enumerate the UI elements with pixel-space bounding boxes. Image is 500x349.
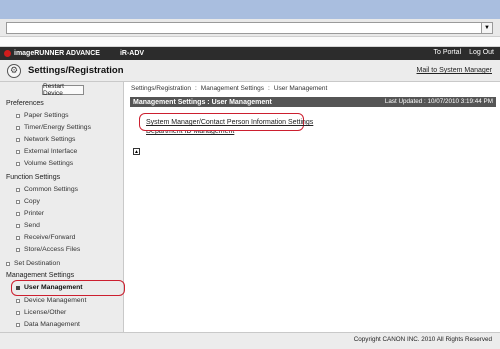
sidebar-item-network-settings[interactable]: Network Settings [16, 136, 75, 143]
breadcrumb-item[interactable]: Settings/Registration [131, 85, 191, 92]
bullet-icon [16, 310, 20, 315]
sidebar-section-preferences: Preferences [6, 100, 44, 107]
device-model: iR-ADV [119, 50, 145, 57]
section-title: Management Settings : User Management [133, 98, 272, 106]
sidebar-section-function-settings: Function Settings [6, 174, 61, 181]
bullet-icon [16, 137, 20, 142]
log-out-link[interactable]: Log Out [469, 49, 494, 56]
bullet-icon [16, 125, 20, 130]
go-to-top-icon[interactable]: ▲ [133, 148, 140, 155]
footer: Copyright CANON INC. 2010 All Rights Res… [0, 332, 500, 349]
bullet-icon [16, 187, 20, 192]
brand-name: imageRUNNER ADVANCE [14, 50, 100, 57]
breadcrumb-separator: : [194, 85, 197, 92]
bullet-icon [16, 235, 20, 240]
bullet-icon [16, 298, 20, 303]
sidebar-item-label: Printer [24, 210, 45, 217]
sidebar-item-label: Paper Settings [24, 112, 69, 119]
sidebar-item-copy[interactable]: Copy [16, 198, 40, 205]
breadcrumb-item[interactable]: Management Settings [201, 85, 264, 92]
toolbar-separator [0, 37, 500, 47]
canon-logo-icon [4, 50, 11, 57]
sidebar-item-set-destination[interactable]: Set Destination [6, 260, 60, 267]
section-header-bar: Management Settings : User Management La… [130, 97, 496, 107]
sidebar-item-external-interface[interactable]: External Interface [16, 148, 77, 155]
browser-title-strip [0, 0, 500, 19]
bullet-icon [16, 149, 20, 154]
sidebar-item-label: Volume Settings [24, 160, 74, 167]
breadcrumb-separator: : [268, 85, 270, 92]
address-input[interactable]: ▼ [6, 22, 493, 34]
bullet-icon [16, 161, 20, 166]
sidebar-item-store-access-files[interactable]: Store/Access Files [16, 246, 80, 253]
breadcrumb-current: User Management [273, 85, 328, 92]
sidebar-item-label: Common Settings [24, 186, 79, 193]
sidebar-item-user-management[interactable]: User Management [16, 284, 83, 291]
sidebar-item-label: Set Destination [14, 260, 61, 267]
app-header: imageRUNNER ADVANCE iR-ADV To Portal Log… [0, 47, 500, 60]
sidebar-item-receive-forward[interactable]: Receive/Forward [16, 234, 75, 241]
sidebar-item-license-other[interactable]: License/Other [16, 309, 66, 316]
dropdown-arrow-icon[interactable]: ▼ [481, 23, 492, 33]
bullet-icon [6, 261, 10, 266]
to-portal-link[interactable]: To Portal [434, 49, 462, 56]
sidebar-item-label: User Management [24, 284, 83, 291]
sidebar: Restart Device Preferences Paper Setting… [0, 82, 125, 332]
address-bar: ▼ [0, 19, 500, 37]
sidebar-item-label: Network Settings [24, 136, 76, 143]
main-content: Settings/Registration: Management Setting… [125, 82, 500, 332]
sidebar-item-send[interactable]: Send [16, 222, 40, 229]
sidebar-item-common-settings[interactable]: Common Settings [16, 186, 78, 193]
sidebar-item-label: License/Other [24, 309, 67, 316]
settings-gear-icon: ⚙ [7, 63, 21, 78]
sidebar-item-printer[interactable]: Printer [16, 210, 44, 217]
bullet-icon [16, 322, 20, 327]
copyright-text: Copyright CANON INC. 2010 All Rights Res… [353, 336, 492, 343]
sidebar-item-paper-settings[interactable]: Paper Settings [16, 112, 69, 119]
mail-to-system-manager-link[interactable]: Mail to System Manager [417, 67, 492, 74]
sidebar-item-label: Data Management [24, 321, 80, 328]
restart-device-button[interactable]: Restart Device [42, 83, 84, 97]
sidebar-item-label: Copy [24, 198, 40, 205]
system-manager-info-link[interactable]: System Manager/Contact Person Informatio… [146, 119, 313, 126]
sidebar-item-label: External Interface [24, 148, 78, 155]
sidebar-item-label: Device Management [24, 297, 87, 304]
sidebar-item-device-management[interactable]: Device Management [16, 297, 86, 304]
sidebar-item-label: Receive/Forward [24, 234, 76, 241]
sidebar-section-management-settings: Management Settings [6, 272, 75, 279]
page-title-bar: ⚙ Settings/Registration Mail to System M… [0, 60, 500, 82]
page-title: Settings/Registration [28, 65, 124, 76]
bullet-icon [16, 113, 20, 118]
sidebar-item-label: Timer/Energy Settings [24, 124, 91, 131]
last-updated: Last Updated : 10/07/2010 3:19:44 PM [384, 98, 493, 105]
sidebar-item-data-management[interactable]: Data Management [16, 321, 80, 328]
header-links: To Portal Log Out [428, 49, 495, 56]
bullet-icon [16, 211, 20, 216]
sidebar-item-label: Send [24, 222, 40, 229]
sidebar-item-volume-settings[interactable]: Volume Settings [16, 160, 73, 167]
bullet-icon [16, 223, 20, 228]
breadcrumb: Settings/Registration: Management Setting… [131, 85, 331, 92]
selected-bullet-icon [16, 285, 20, 290]
bullet-icon [16, 247, 20, 252]
sidebar-item-label: Store/Access Files [24, 246, 81, 253]
bullet-icon [16, 199, 20, 204]
sidebar-item-timer-energy[interactable]: Timer/Energy Settings [16, 124, 91, 131]
